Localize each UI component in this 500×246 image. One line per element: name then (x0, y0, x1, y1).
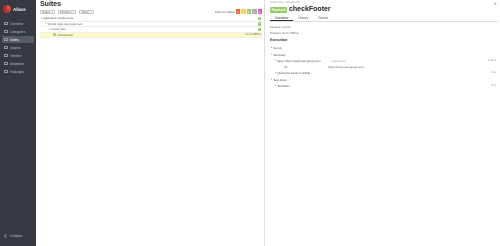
sidebar-item-label: Overview (10, 21, 24, 26)
tab-overview[interactable]: Overview (270, 15, 294, 21)
step-label: Open https://www.navi-group.com (277, 58, 321, 63)
suites-pane: Suites Status 1 Duration 1 Name 1 Filter by… (36, 0, 265, 246)
categories-icon (4, 29, 8, 34)
step-open-url[interactable]: ▾ Open https://www.navi-group.com 1 parame… (270, 58, 498, 63)
status-filter-passed[interactable]: 1 (246, 9, 251, 14)
step-test-body[interactable]: ▾ Test body (270, 52, 498, 57)
chevron-down-icon: ▾ (49, 27, 51, 31)
test-case-label: checkFooter (57, 32, 74, 37)
sidebar-item-packages[interactable]: Packages (2, 68, 34, 75)
chevron-right-icon: ▸ (275, 84, 277, 87)
status-badge: Passed (270, 6, 288, 13)
tree-node-label: application stories suite (43, 16, 74, 21)
logo[interactable]: Allure (3, 3, 33, 15)
sort-indicator: 1 (51, 9, 54, 14)
parameter-count: 1 parameter (330, 58, 347, 63)
collapse-icon (4, 234, 8, 238)
detail-tabs: Overview History Retries (270, 15, 498, 22)
graphs-icon (4, 45, 8, 50)
step-check-footer[interactable]: ▸ Check the footer is visible 0ms (270, 70, 498, 75)
step-parameter: url https://www.navi-group.com/ (270, 64, 498, 69)
duration-text: Duration: 2s 1m 885ms (270, 31, 299, 35)
collapse-button[interactable]: Collapse (2, 232, 34, 240)
sidebar-item-label: Behaviors (10, 61, 25, 66)
step-label: Set up (273, 45, 282, 50)
step-duration: 0ms (491, 84, 496, 87)
tab-retries[interactable]: Retries (313, 15, 333, 21)
suites-tree: ▾ application stories suite 1 ▾ Shrutik Ing… (40, 16, 262, 38)
allure-logo-icon (3, 5, 11, 13)
step-label: Check the footer is visible (277, 70, 311, 75)
chevron-down-icon: ▾ (271, 78, 273, 81)
sidebar-item-suites[interactable]: Suites (2, 36, 34, 43)
sort-label: Duration (60, 9, 72, 14)
step-duration: 0ms (491, 71, 496, 74)
step-label: Teardown (277, 83, 290, 88)
breadcrumb[interactable]: Footer Test > checkFooter (270, 1, 300, 4)
behaviors-icon (4, 61, 8, 66)
sort-label: Name (81, 9, 90, 14)
test-detail-pane: Footer Test > checkFooter ✕ Passed check… (266, 0, 500, 246)
suites-icon (4, 37, 8, 42)
sidebar-item-overview[interactable]: Overview (2, 20, 34, 27)
chevron-down-icon: ▾ (271, 53, 273, 56)
sort-name[interactable]: Name 1 (79, 9, 94, 14)
sort-status[interactable]: Status 1 (40, 9, 56, 14)
passed-count-badge: 1 (257, 16, 261, 20)
sort-indicator: 1 (90, 9, 92, 14)
chevron-down-icon: ▾ (45, 22, 47, 26)
passed-status-icon (53, 33, 56, 37)
sidebar-item-label: Categories (10, 29, 26, 34)
status-filter-failed[interactable]: 0 (235, 9, 240, 14)
sort-duration[interactable]: Duration 1 (58, 9, 77, 14)
sidebar: Allure Overview Categories Suites Graphs… (0, 0, 36, 246)
chevron-right-icon: ▸ (275, 71, 277, 74)
sort-indicator: 1 (72, 9, 75, 14)
status-filter-broken[interactable]: 0 (241, 9, 246, 14)
step-teardown[interactable]: ▸ Teardown 0ms (270, 83, 498, 88)
sort-label: Status (42, 9, 51, 14)
test-duration: 1m 2s 885ms (245, 33, 261, 37)
sidebar-item-timeline[interactable]: Timeline (2, 52, 34, 59)
sidebar-item-label: Suites (10, 37, 19, 42)
test-title: checkFooter (289, 6, 331, 13)
step-duration: 2s 0ms (487, 59, 496, 62)
status-filter-skipped[interactable]: 0 (252, 9, 257, 14)
passed-count-badge: 1 (257, 22, 261, 26)
step-label: Tear down (273, 77, 287, 82)
test-case-row[interactable]: checkFooter 1m 2s 885ms (40, 32, 262, 38)
step-label: Test body (273, 52, 286, 57)
sort-bar: Status 1 Duration 1 Name 1 Filter by status… (40, 9, 262, 14)
chevron-right-icon: ▸ (271, 46, 273, 49)
tree-node-label: Footer Test (51, 27, 66, 32)
timeline-icon (4, 53, 8, 58)
page-title: Suites (40, 1, 62, 8)
sidebar-item-graphs[interactable]: Graphs (2, 44, 34, 51)
overview-icon (4, 21, 8, 26)
sidebar-item-categories[interactable]: Categories (2, 28, 34, 35)
tab-history[interactable]: History (293, 15, 313, 21)
status-filter-unknown[interactable]: 0 (257, 9, 262, 14)
packages-icon (4, 69, 8, 74)
chevron-down-icon: ▾ (41, 16, 43, 20)
parameter-value: https://www.navi-group.com/ (328, 64, 365, 69)
chevron-down-icon: ▾ (275, 59, 277, 62)
parameter-name: url (284, 64, 288, 69)
test-header: Passed checkFooter (270, 6, 331, 13)
passed-count-badge: 1 (257, 27, 261, 31)
close-icon[interactable]: ✕ (494, 1, 497, 6)
app-name: Allure (13, 6, 26, 12)
collapse-label: Collapse (10, 234, 23, 238)
step-setup[interactable]: ▸ Set up (270, 45, 498, 50)
sidebar-item-label: Packages (10, 69, 24, 74)
tree-node-label: Shrutik Ingle site footer test (47, 21, 83, 26)
severity-text: Severity: normal (270, 25, 291, 29)
status-filter: Filter by status 0 0 1 0 0 (215, 9, 262, 14)
sidebar-item-label: Timeline (10, 53, 22, 58)
status-filter-label: Filter by status (214, 9, 235, 14)
sidebar-item-behaviors[interactable]: Behaviors (2, 60, 34, 67)
step-tear-down[interactable]: ▾ Tear down (270, 77, 498, 82)
execution-title: Execution (270, 38, 288, 42)
sidebar-item-label: Graphs (10, 45, 21, 50)
